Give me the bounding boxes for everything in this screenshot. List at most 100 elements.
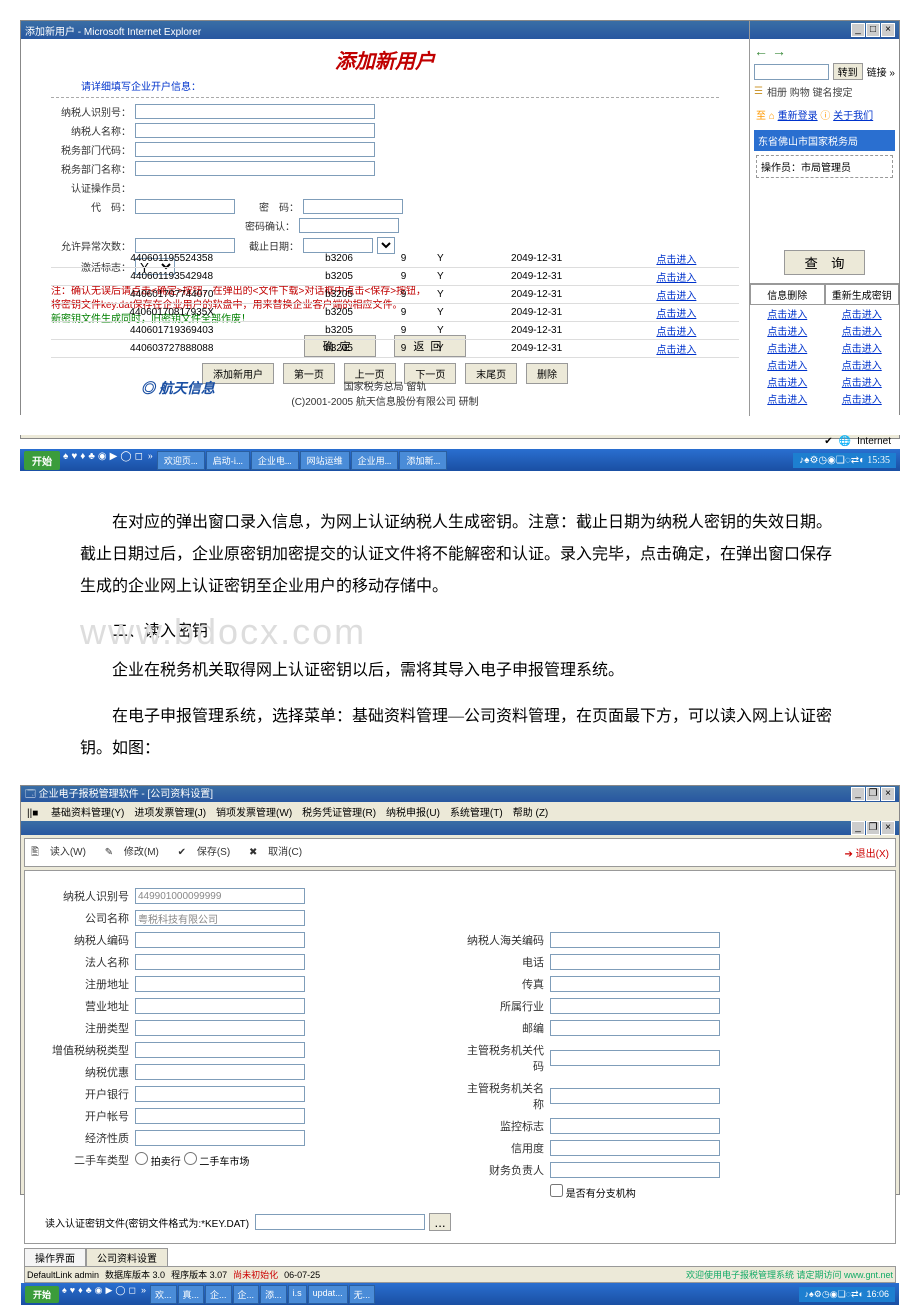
close-icon[interactable]: × <box>881 821 895 835</box>
input-zgswjgmc[interactable] <box>550 1088 720 1104</box>
edit-button[interactable]: ✎ 修改(M) <box>105 847 167 858</box>
regen-key-link[interactable]: 点击进入 <box>825 373 900 390</box>
album-icon[interactable]: ☰ <box>754 86 763 97</box>
input-xyd[interactable] <box>550 1140 720 1156</box>
cancel-button[interactable]: ✖ 取消(C) <box>249 847 310 858</box>
info-icon[interactable]: ⓘ <box>820 111 830 122</box>
input-zclx[interactable] <box>135 1020 305 1036</box>
delete-link[interactable]: 点击进入 <box>750 373 825 390</box>
input-mm[interactable] <box>303 199 403 214</box>
taskbar-item[interactable]: 欢... <box>150 1285 177 1304</box>
tab-company[interactable]: 公司资料设置 <box>86 1248 168 1266</box>
input-nsrhgbm[interactable] <box>550 932 720 948</box>
menu-item[interactable]: 进项发票管理(J) <box>134 808 206 819</box>
input-sshy[interactable] <box>550 998 720 1014</box>
search-button[interactable]: 查 询 <box>784 250 866 275</box>
taskbar-item[interactable]: 网站运维 <box>300 451 350 470</box>
taskbar-item[interactable]: updat... <box>308 1285 348 1304</box>
input-jjxz[interactable] <box>135 1130 305 1146</box>
menu-item[interactable]: 基础资料管理(Y) <box>51 808 124 819</box>
delete-link[interactable]: 点击进入 <box>750 339 825 356</box>
taskbar-item[interactable]: 企业用... <box>351 451 399 470</box>
minimize-icon[interactable]: _ <box>851 23 865 37</box>
input-cz[interactable] <box>550 976 720 992</box>
input-swbmdm[interactable] <box>135 142 375 157</box>
delete-link[interactable]: 点击进入 <box>750 305 825 322</box>
input-jkbz[interactable] <box>550 1118 720 1134</box>
ellipsis-button[interactable]: ... <box>429 1213 451 1231</box>
input-zcdz[interactable] <box>135 976 305 992</box>
start-button[interactable]: 开始 <box>24 451 60 470</box>
menu-item[interactable]: 税务凭证管理(R) <box>302 808 376 819</box>
input-cwfzr[interactable] <box>550 1162 720 1178</box>
address-bar[interactable] <box>754 64 829 80</box>
taskbar-item[interactable]: 添... <box>260 1285 287 1304</box>
menu-item[interactable]: 帮助 (Z) <box>513 808 549 819</box>
taskbar-item[interactable]: 添加新... <box>399 451 447 470</box>
table-row: 440601193542948b32059Y2049-12-31点击进入 <box>51 268 739 286</box>
taskbar-item[interactable]: 企业电... <box>251 451 299 470</box>
input-khzh[interactable] <box>135 1108 305 1124</box>
about-link[interactable]: 关于我们 <box>833 111 873 122</box>
start-button-2[interactable]: 开始 <box>25 1286 59 1303</box>
taskbar-item[interactable]: 企... <box>205 1285 232 1304</box>
menu-item[interactable]: 销项发票管理(W) <box>216 808 292 819</box>
delete-link[interactable]: 点击进入 <box>750 322 825 339</box>
home-icon[interactable]: ⌂ <box>769 111 775 122</box>
taskbar-item[interactable]: i.s <box>288 1285 307 1304</box>
input-nsrsbh[interactable] <box>135 104 375 119</box>
minimize-icon[interactable]: _ <box>851 787 865 801</box>
restore-icon[interactable]: ❐ <box>866 821 880 835</box>
tab-opui[interactable]: 操作界面 <box>24 1248 86 1266</box>
regen-key-link[interactable]: 点击进入 <box>825 356 900 373</box>
close-icon[interactable]: × <box>881 787 895 801</box>
radio-usedcar[interactable]: 二手车市场 <box>184 1152 250 1168</box>
browser-toolbar: ← → 转到 链接 » ☰ 相册 购物 键名搜定 <box>750 39 899 103</box>
menu-item[interactable]: 系统管理(T) <box>450 808 503 819</box>
checkbox-branch[interactable]: 是否有分支机构 <box>550 1184 636 1200</box>
taskbar-item[interactable]: 真... <box>178 1285 205 1304</box>
minimize-icon[interactable]: _ <box>851 821 865 835</box>
regen-key-link[interactable]: 点击进入 <box>825 390 900 407</box>
form-prompt: 请详细填写企业开户信息： <box>51 76 719 98</box>
save-button[interactable]: ✔ 保存(S) <box>178 847 239 858</box>
regen-key-link[interactable]: 点击进入 <box>825 322 900 339</box>
delete-link[interactable]: 点击进入 <box>750 390 825 407</box>
input-gsmc[interactable] <box>135 910 305 926</box>
taskbar-item[interactable]: 无... <box>349 1285 376 1304</box>
input-yb[interactable] <box>550 1020 720 1036</box>
taskbar-item[interactable]: 企... <box>233 1285 260 1304</box>
input-frmc[interactable] <box>135 954 305 970</box>
taskbar-item[interactable]: 欢迎页... <box>157 451 205 470</box>
restore-icon[interactable]: □ <box>866 23 880 37</box>
input-zgswjgdm[interactable] <box>550 1050 720 1066</box>
input-nsrmc[interactable] <box>135 123 375 138</box>
go-button[interactable]: 转到 <box>833 63 863 80</box>
input-yydz[interactable] <box>135 998 305 1014</box>
input-dm[interactable] <box>135 199 235 214</box>
label-nsrsbh2: 纳税人识别号 <box>45 888 135 904</box>
input-dh[interactable] <box>550 954 720 970</box>
close-icon[interactable]: × <box>881 23 895 37</box>
restore-icon[interactable]: ❐ <box>866 787 880 801</box>
relogin-link[interactable]: 重新登录 <box>778 111 818 122</box>
add-user-dialog-screenshot: 添加新用户 - Microsoft Internet Explorer _ □ … <box>20 20 900 415</box>
input-nsyh[interactable] <box>135 1064 305 1080</box>
delete-link[interactable]: 点击进入 <box>750 356 825 373</box>
regen-key-link[interactable]: 点击进入 <box>825 305 900 322</box>
input-khyh[interactable] <box>135 1086 305 1102</box>
menu-item[interactable]: 纳税申报(U) <box>386 808 440 819</box>
nav-back-icon[interactable]: ← <box>754 43 768 59</box>
taskbar-item[interactable]: 启动-i... <box>206 451 250 470</box>
input-nsrbm[interactable] <box>135 932 305 948</box>
input-nsrsbh2[interactable] <box>135 888 305 904</box>
input-swbmmc[interactable] <box>135 161 375 176</box>
input-mmqr[interactable] <box>299 218 399 233</box>
nav-forward-icon[interactable]: → <box>772 43 786 59</box>
exit-button[interactable]: ➔ 退出(X) <box>844 845 889 860</box>
input-zzsnslx[interactable] <box>135 1042 305 1058</box>
radio-auction[interactable]: 拍卖行 <box>135 1152 181 1168</box>
read-button[interactable]: 🖺 读入(W) <box>31 847 94 858</box>
regen-key-link[interactable]: 点击进入 <box>825 339 900 356</box>
input-keyfile[interactable] <box>255 1214 425 1230</box>
